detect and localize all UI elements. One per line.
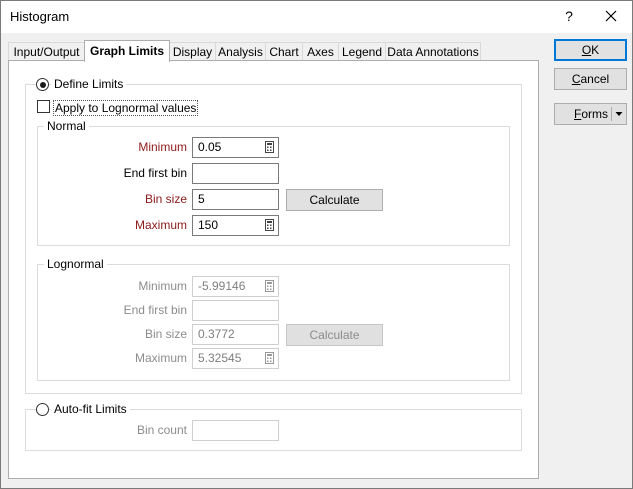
lognormal-calculate-button: Calculate (286, 324, 383, 346)
lognormal-group-title: Lognormal (44, 257, 107, 271)
title-bar: Histogram ? (1, 1, 632, 33)
auto-fit-radio[interactable] (36, 403, 49, 416)
lognormal-end-first-bin-field (192, 300, 279, 321)
lognormal-maximum-field: 5.32545 (192, 348, 279, 369)
normal-minimum-field[interactable]: 0.05 (192, 137, 279, 158)
define-limits-label[interactable]: Define Limits (51, 77, 127, 91)
tab-input-output[interactable]: Input/Output (8, 42, 85, 61)
normal-end-first-bin-field[interactable] (192, 163, 279, 184)
bin-count-label: Bin count (136, 423, 187, 437)
lognormal-maximum-value: 5.32545 (198, 351, 242, 365)
normal-maximum-field[interactable]: 150 (192, 215, 279, 236)
close-button[interactable] (599, 5, 623, 27)
forms-button[interactable]: Forms (554, 103, 627, 125)
lognormal-maximum-label: Maximum (134, 351, 187, 365)
normal-maximum-value: 150 (198, 218, 219, 232)
define-limits-radio[interactable] (36, 78, 49, 91)
normal-end-first-bin-label: End first bin (123, 166, 187, 180)
ok-button[interactable]: OK (554, 39, 627, 61)
apply-lognormal-label[interactable]: Apply to Lognormal values (53, 100, 199, 116)
forms-separator (611, 107, 612, 121)
tab-data-annotations[interactable]: Data Annotations (385, 42, 481, 61)
normal-maximum-label: Maximum (134, 218, 187, 232)
calculator-icon (265, 352, 274, 364)
tab-chart[interactable]: Chart (265, 42, 303, 61)
tab-axes[interactable]: Axes (302, 42, 339, 61)
normal-calculate-button[interactable]: Calculate (286, 189, 383, 211)
histogram-dialog: Histogram ? Input/Output Graph Limits Di… (0, 0, 633, 489)
cancel-button[interactable]: Cancel (554, 68, 627, 90)
lognormal-minimum-label: Minimum (138, 279, 187, 293)
lognormal-bin-size-field: 0.3772 (192, 324, 279, 345)
normal-bin-size-label: Bin size (144, 192, 187, 206)
lognormal-bin-size-label: Bin size (144, 327, 187, 341)
bin-count-field (192, 420, 279, 441)
help-button[interactable]: ? (559, 5, 579, 27)
tab-legend[interactable]: Legend (338, 42, 386, 61)
chevron-down-icon[interactable] (615, 111, 623, 117)
calculator-icon (265, 280, 274, 292)
close-icon (605, 10, 617, 22)
normal-minimum-value: 0.05 (198, 140, 222, 154)
normal-group-title: Normal (44, 119, 89, 133)
apply-lognormal-checkbox[interactable] (37, 100, 50, 113)
lognormal-minimum-field: -5.99146 (192, 276, 279, 297)
lognormal-minimum-value: -5.99146 (198, 279, 246, 293)
tab-analysis[interactable]: Analysis (215, 42, 266, 61)
calculator-icon[interactable] (265, 141, 274, 153)
window-title: Histogram (10, 9, 70, 24)
normal-bin-size-field[interactable]: 5 (192, 189, 279, 210)
normal-minimum-label: Minimum (138, 140, 187, 154)
calculator-icon[interactable] (265, 219, 274, 231)
tab-display[interactable]: Display (169, 42, 216, 61)
forms-label: Forms (574, 107, 609, 121)
graph-limits-panel: Define Limits Apply to Lognormal values … (8, 60, 539, 479)
lognormal-end-first-bin-label: End first bin (123, 303, 187, 317)
tab-graph-limits[interactable]: Graph Limits (84, 40, 170, 62)
auto-fit-label[interactable]: Auto-fit Limits (51, 402, 130, 416)
